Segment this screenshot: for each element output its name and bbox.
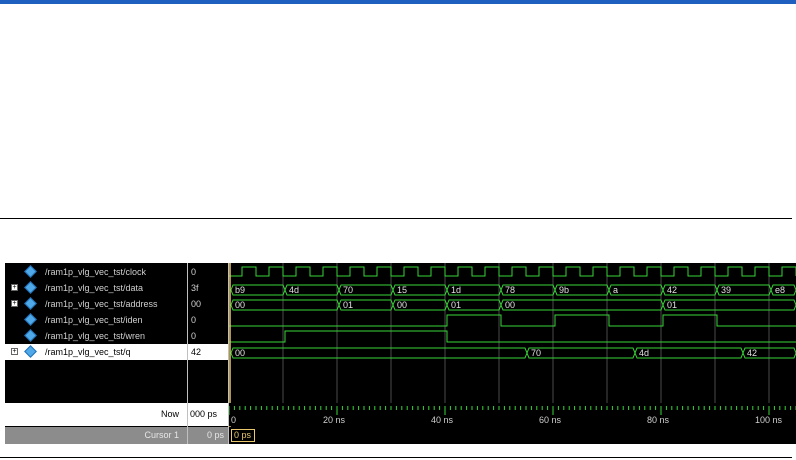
cursor-label: Cursor 1 — [5, 427, 187, 444]
now-label: Now — [5, 403, 187, 426]
timeline-label: 100 ns — [755, 415, 783, 425]
signal-value: 42 — [188, 344, 228, 360]
signal-row-data[interactable]: + /ram1p_vlg_vec_tst/data — [5, 280, 187, 296]
cursor-marker[interactable]: 0 ps — [231, 429, 255, 442]
address-bus-segment — [230, 299, 340, 311]
divider — [0, 218, 792, 219]
cursor-value: 0 ps — [188, 427, 228, 444]
timeline-label: 40 ns — [431, 415, 454, 425]
expand-icon[interactable]: + — [11, 300, 18, 307]
clock-wave — [229, 266, 796, 277]
data-bus-value: b9 — [235, 285, 245, 295]
timeline-label: 0 — [231, 415, 236, 425]
q-bus-value: 42 — [747, 348, 757, 358]
signal-value: 00 — [191, 299, 202, 309]
waveform-window: /ram1p_vlg_vec_tst/clock + /ram1p_vlg_ve… — [5, 263, 796, 444]
address-bus-value: 00 — [235, 300, 245, 310]
data-bus-value: 78 — [505, 285, 515, 295]
now-value: 000 ps — [188, 403, 228, 426]
address-bus-segment — [500, 299, 664, 311]
signal-diamond-icon — [24, 313, 37, 326]
data-bus-value: 70 — [343, 285, 353, 295]
q-bus-value: 70 — [531, 348, 541, 358]
address-bus-value: 01 — [451, 300, 461, 310]
address-bus-value: 01 — [343, 300, 353, 310]
address-bus-value: 00 — [505, 300, 515, 310]
signal-name: /ram1p_vlg_vec_tst/iden — [45, 315, 143, 325]
q-bus-segment — [526, 347, 636, 359]
signal-diamond-icon — [24, 345, 37, 358]
address-bus-value: 01 — [667, 300, 677, 310]
signal-name: /ram1p_vlg_vec_tst/q — [45, 347, 131, 357]
signal-row-address[interactable]: + /ram1p_vlg_vec_tst/address — [5, 296, 187, 312]
iden-wave — [229, 314, 796, 327]
signal-row-q[interactable]: + /ram1p_vlg_vec_tst/q — [5, 344, 187, 360]
expand-icon[interactable]: + — [11, 284, 18, 291]
signal-value: 3f — [191, 283, 199, 293]
signal-value: 0 — [191, 267, 197, 277]
signal-name: /ram1p_vlg_vec_tst/address — [45, 299, 158, 309]
address-bus-value: 00 — [397, 300, 407, 310]
cursor-track — [229, 427, 796, 444]
timeline-label: 20 ns — [323, 415, 346, 425]
divider — [0, 457, 792, 458]
data-bus-value: e8 — [775, 285, 785, 295]
waveform-plot[interactable]: b9 4d 70 15 1d 78 9b a 42 39 e8 00 01 00 01 00 01 00 70 4d 4… — [229, 263, 796, 444]
q-bus-value: 00 — [235, 348, 245, 358]
top-accent-bar — [0, 0, 796, 4]
signal-row-clock[interactable]: /ram1p_vlg_vec_tst/clock — [5, 264, 187, 280]
data-bus-value: 39 — [721, 285, 731, 295]
signal-row-wren[interactable]: /ram1p_vlg_vec_tst/wren — [5, 328, 187, 344]
address-bus-segment — [662, 299, 796, 311]
signal-diamond-icon — [24, 265, 37, 278]
data-bus-value: a — [613, 285, 618, 295]
expand-icon[interactable]: + — [11, 348, 18, 355]
timeline-label: 60 ns — [539, 415, 562, 425]
data-bus-value: 1d — [451, 285, 461, 295]
data-bus-value: 9b — [559, 285, 569, 295]
signal-value: 0 — [191, 331, 197, 341]
signal-name: /ram1p_vlg_vec_tst/clock — [45, 267, 147, 277]
q-bus-segment — [634, 347, 744, 359]
q-bus-segment — [230, 347, 528, 359]
signal-value: 0 — [191, 315, 197, 325]
data-bus-value: 4d — [289, 285, 299, 295]
signal-name: /ram1p_vlg_vec_tst/data — [45, 283, 144, 293]
signal-diamond-icon — [24, 329, 37, 342]
signal-name: /ram1p_vlg_vec_tst/wren — [45, 331, 146, 341]
data-bus-value: 42 — [667, 285, 677, 295]
q-bus-value: 4d — [639, 348, 649, 358]
waveform-svg: b9 4d 70 15 1d 78 9b a 42 39 e8 00 01 00 01 00 01 00 70 4d 4… — [229, 263, 796, 444]
signal-diamond-icon — [24, 281, 37, 294]
signal-diamond-icon — [24, 297, 37, 310]
signal-row-iden[interactable]: /ram1p_vlg_vec_tst/iden — [5, 312, 187, 328]
timeline-label: 80 ns — [647, 415, 670, 425]
wren-wave — [229, 330, 796, 343]
timeline-bg — [229, 403, 796, 426]
data-bus-value: 15 — [397, 285, 407, 295]
